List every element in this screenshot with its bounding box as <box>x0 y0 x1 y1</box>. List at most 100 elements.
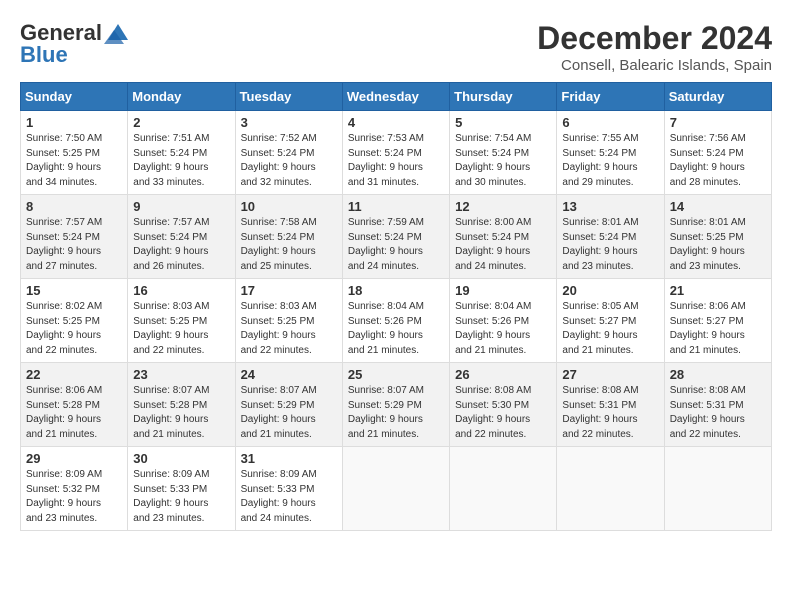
day-info: Sunrise: 8:08 AM Sunset: 5:31 PM Dayligh… <box>670 384 766 442</box>
calendar-cell: 31 Sunrise: 8:09 AM Sunset: 5:33 PM Dayli… <box>235 447 342 531</box>
calendar-cell: 27Sunrise: 8:08 AM Sunset: 5:31 PM Dayli… <box>557 363 664 447</box>
day-info: Sunrise: 8:06 AM Sunset: 5:27 PM Dayligh… <box>670 300 766 358</box>
calendar-cell: 3 Sunrise: 7:52 AM Sunset: 5:24 PM Daylig… <box>235 111 342 195</box>
calendar-cell: 1Sunrise: 7:50 AM Sunset: 5:25 PM Daylig… <box>21 111 128 195</box>
day-info: Sunrise: 7:57 AM Sunset: 5:24 PM Dayligh… <box>26 216 122 274</box>
calendar-week-row: 22Sunrise: 8:06 AM Sunset: 5:28 PM Dayli… <box>21 363 772 447</box>
day-info: Sunrise: 8:08 AM Sunset: 5:30 PM Dayligh… <box>455 384 551 442</box>
day-number: 27 <box>562 367 658 382</box>
calendar-cell: 6Sunrise: 7:55 AM Sunset: 5:24 PM Daylig… <box>557 111 664 195</box>
header-monday: Monday <box>128 83 235 111</box>
calendar-cell <box>450 447 557 531</box>
calendar-cell: 25 Sunrise: 8:07 AM Sunset: 5:29 PM Dayli… <box>342 363 449 447</box>
day-number: 5 <box>455 115 551 130</box>
day-info: Sunrise: 8:02 AM Sunset: 5:25 PM Dayligh… <box>26 300 122 358</box>
day-info: Sunrise: 7:56 AM Sunset: 5:24 PM Dayligh… <box>670 132 766 190</box>
day-info: Sunrise: 7:51 AM Sunset: 5:24 PM Dayligh… <box>133 132 229 190</box>
day-info: Sunrise: 8:06 AM Sunset: 5:28 PM Dayligh… <box>26 384 122 442</box>
day-number: 25 <box>348 367 444 382</box>
calendar-cell: 14 Sunrise: 8:01 AM Sunset: 5:25 PM Dayli… <box>664 195 771 279</box>
calendar-cell: 11 Sunrise: 7:59 AM Sunset: 5:24 PM Dayli… <box>342 195 449 279</box>
logo-icon <box>104 22 132 44</box>
calendar-week-row: 1Sunrise: 7:50 AM Sunset: 5:25 PM Daylig… <box>21 111 772 195</box>
day-number: 21 <box>670 283 766 298</box>
day-number: 8 <box>26 199 122 214</box>
calendar-cell: 19 Sunrise: 8:04 AM Sunset: 5:26 PM Dayli… <box>450 279 557 363</box>
header-tuesday: Tuesday <box>235 83 342 111</box>
day-number: 31 <box>241 451 337 466</box>
calendar-table: SundayMondayTuesdayWednesdayThursdayFrid… <box>20 82 772 531</box>
calendar-cell: 24Sunrise: 8:07 AM Sunset: 5:29 PM Dayli… <box>235 363 342 447</box>
day-number: 17 <box>241 283 337 298</box>
day-number: 20 <box>562 283 658 298</box>
day-number: 30 <box>133 451 229 466</box>
day-number: 2 <box>133 115 229 130</box>
title-block: December 2024 Consell, Balearic Islands,… <box>537 20 772 74</box>
calendar-cell: 15 Sunrise: 8:02 AM Sunset: 5:25 PM Dayli… <box>21 279 128 363</box>
day-info: Sunrise: 8:07 AM Sunset: 5:29 PM Dayligh… <box>348 384 444 442</box>
calendar-cell: 7 Sunrise: 7:56 AM Sunset: 5:24 PM Daylig… <box>664 111 771 195</box>
day-number: 13 <box>562 199 658 214</box>
day-number: 3 <box>241 115 337 130</box>
day-number: 23 <box>133 367 229 382</box>
day-number: 15 <box>26 283 122 298</box>
day-number: 1 <box>26 115 122 130</box>
day-number: 11 <box>348 199 444 214</box>
day-info: Sunrise: 8:07 AM Sunset: 5:28 PM Dayligh… <box>133 384 229 442</box>
day-number: 24 <box>241 367 337 382</box>
day-number: 18 <box>348 283 444 298</box>
day-info: Sunrise: 8:03 AM Sunset: 5:25 PM Dayligh… <box>241 300 337 358</box>
calendar-cell: 16Sunrise: 8:03 AM Sunset: 5:25 PM Dayli… <box>128 279 235 363</box>
calendar-cell: 23 Sunrise: 8:07 AM Sunset: 5:28 PM Dayli… <box>128 363 235 447</box>
day-number: 16 <box>133 283 229 298</box>
day-info: Sunrise: 8:09 AM Sunset: 5:33 PM Dayligh… <box>241 468 337 526</box>
calendar-cell: 5Sunrise: 7:54 AM Sunset: 5:24 PM Daylig… <box>450 111 557 195</box>
day-number: 7 <box>670 115 766 130</box>
day-info: Sunrise: 8:09 AM Sunset: 5:33 PM Dayligh… <box>133 468 229 526</box>
calendar-header-row: SundayMondayTuesdayWednesdayThursdayFrid… <box>21 83 772 111</box>
calendar-cell: 2 Sunrise: 7:51 AM Sunset: 5:24 PM Daylig… <box>128 111 235 195</box>
day-info: Sunrise: 8:00 AM Sunset: 5:24 PM Dayligh… <box>455 216 551 274</box>
calendar-cell: 26 Sunrise: 8:08 AM Sunset: 5:30 PM Dayli… <box>450 363 557 447</box>
calendar-cell: 20Sunrise: 8:05 AM Sunset: 5:27 PM Dayli… <box>557 279 664 363</box>
day-info: Sunrise: 8:04 AM Sunset: 5:26 PM Dayligh… <box>455 300 551 358</box>
day-info: Sunrise: 8:09 AM Sunset: 5:32 PM Dayligh… <box>26 468 122 526</box>
calendar-cell: 30 Sunrise: 8:09 AM Sunset: 5:33 PM Dayli… <box>128 447 235 531</box>
day-info: Sunrise: 8:04 AM Sunset: 5:26 PM Dayligh… <box>348 300 444 358</box>
month-year-title: December 2024 <box>537 20 772 57</box>
header-friday: Friday <box>557 83 664 111</box>
calendar-cell: 12Sunrise: 8:00 AM Sunset: 5:24 PM Dayli… <box>450 195 557 279</box>
calendar-week-row: 29 Sunrise: 8:09 AM Sunset: 5:32 PM Dayli… <box>21 447 772 531</box>
day-info: Sunrise: 7:57 AM Sunset: 5:24 PM Dayligh… <box>133 216 229 274</box>
calendar-cell <box>664 447 771 531</box>
calendar-cell: 21 Sunrise: 8:06 AM Sunset: 5:27 PM Dayli… <box>664 279 771 363</box>
calendar-cell: 29 Sunrise: 8:09 AM Sunset: 5:32 PM Dayli… <box>21 447 128 531</box>
day-number: 29 <box>26 451 122 466</box>
calendar-cell: 8 Sunrise: 7:57 AM Sunset: 5:24 PM Daylig… <box>21 195 128 279</box>
logo: General Blue <box>20 20 132 68</box>
day-info: Sunrise: 7:58 AM Sunset: 5:24 PM Dayligh… <box>241 216 337 274</box>
day-number: 6 <box>562 115 658 130</box>
header-wednesday: Wednesday <box>342 83 449 111</box>
location-subtitle: Consell, Balearic Islands, Spain <box>537 57 772 74</box>
day-number: 14 <box>670 199 766 214</box>
day-info: Sunrise: 8:01 AM Sunset: 5:25 PM Dayligh… <box>670 216 766 274</box>
day-number: 19 <box>455 283 551 298</box>
calendar-week-row: 15 Sunrise: 8:02 AM Sunset: 5:25 PM Dayli… <box>21 279 772 363</box>
calendar-week-row: 8 Sunrise: 7:57 AM Sunset: 5:24 PM Daylig… <box>21 195 772 279</box>
header-thursday: Thursday <box>450 83 557 111</box>
header-saturday: Saturday <box>664 83 771 111</box>
day-number: 4 <box>348 115 444 130</box>
day-info: Sunrise: 7:59 AM Sunset: 5:24 PM Dayligh… <box>348 216 444 274</box>
day-info: Sunrise: 7:52 AM Sunset: 5:24 PM Dayligh… <box>241 132 337 190</box>
calendar-cell: 10 Sunrise: 7:58 AM Sunset: 5:24 PM Dayli… <box>235 195 342 279</box>
calendar-cell: 17 Sunrise: 8:03 AM Sunset: 5:25 PM Dayli… <box>235 279 342 363</box>
calendar-cell <box>342 447 449 531</box>
day-number: 10 <box>241 199 337 214</box>
logo-blue: Blue <box>20 42 68 68</box>
calendar-cell <box>557 447 664 531</box>
day-number: 9 <box>133 199 229 214</box>
calendar-cell: 18 Sunrise: 8:04 AM Sunset: 5:26 PM Dayli… <box>342 279 449 363</box>
day-number: 26 <box>455 367 551 382</box>
day-info: Sunrise: 7:53 AM Sunset: 5:24 PM Dayligh… <box>348 132 444 190</box>
